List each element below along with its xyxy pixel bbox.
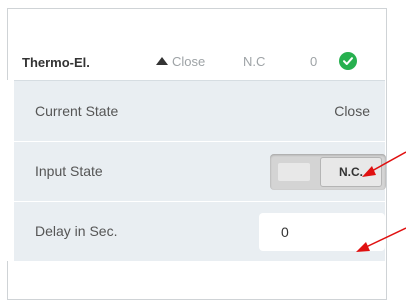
triangle-up-icon (156, 57, 168, 65)
toggle-track (278, 163, 310, 181)
settings-panel: Current State Close Input State N.C. Del… (14, 80, 386, 262)
delay-input[interactable]: 0 (259, 213, 385, 251)
toggle-knob[interactable]: N.C. (320, 157, 382, 187)
delay-label: Delay in Sec. (35, 223, 118, 239)
row-delay: Delay in Sec. 0 (14, 201, 385, 262)
current-state-label: Current State (35, 103, 119, 119)
left-gutter (0, 80, 14, 261)
device-header[interactable]: Thermo-El. Close N.C 0 (8, 9, 386, 89)
header-mode: N.C (243, 54, 266, 69)
current-state-value: Close (334, 103, 370, 119)
row-current-state: Current State Close (14, 81, 385, 142)
row-input-state: Input State N.C. (14, 141, 386, 202)
input-state-toggle[interactable]: N.C. (270, 154, 386, 190)
device-title: Thermo-El. (22, 55, 90, 70)
check-circle-icon (339, 52, 357, 70)
header-value: 0 (310, 54, 318, 69)
input-state-label: Input State (35, 163, 103, 179)
header-state: Close (172, 54, 206, 69)
